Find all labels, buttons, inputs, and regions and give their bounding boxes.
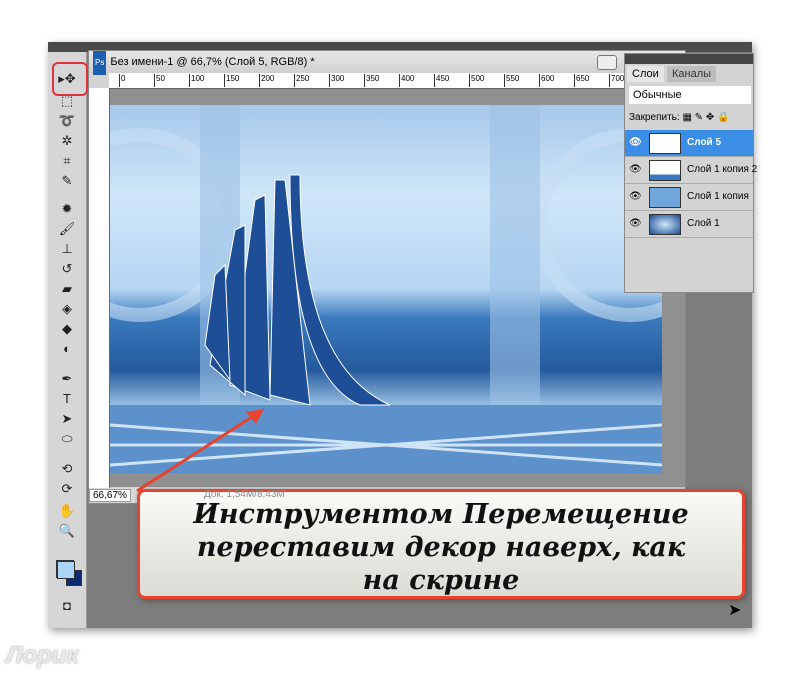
callout-line-3: на скрине bbox=[362, 565, 520, 596]
callout-line-1: Инструментом Перемещение bbox=[193, 499, 689, 530]
callout-line-2: переставим декор наверх, как bbox=[196, 532, 686, 563]
instruction-callout: Инструментом Перемещение переставим деко… bbox=[137, 489, 745, 599]
doc-size: Док: 1,54М/8,43М bbox=[204, 489, 285, 500]
watermark: Лорик bbox=[6, 642, 79, 669]
mouse-cursor-icon: ➤ bbox=[728, 602, 742, 619]
